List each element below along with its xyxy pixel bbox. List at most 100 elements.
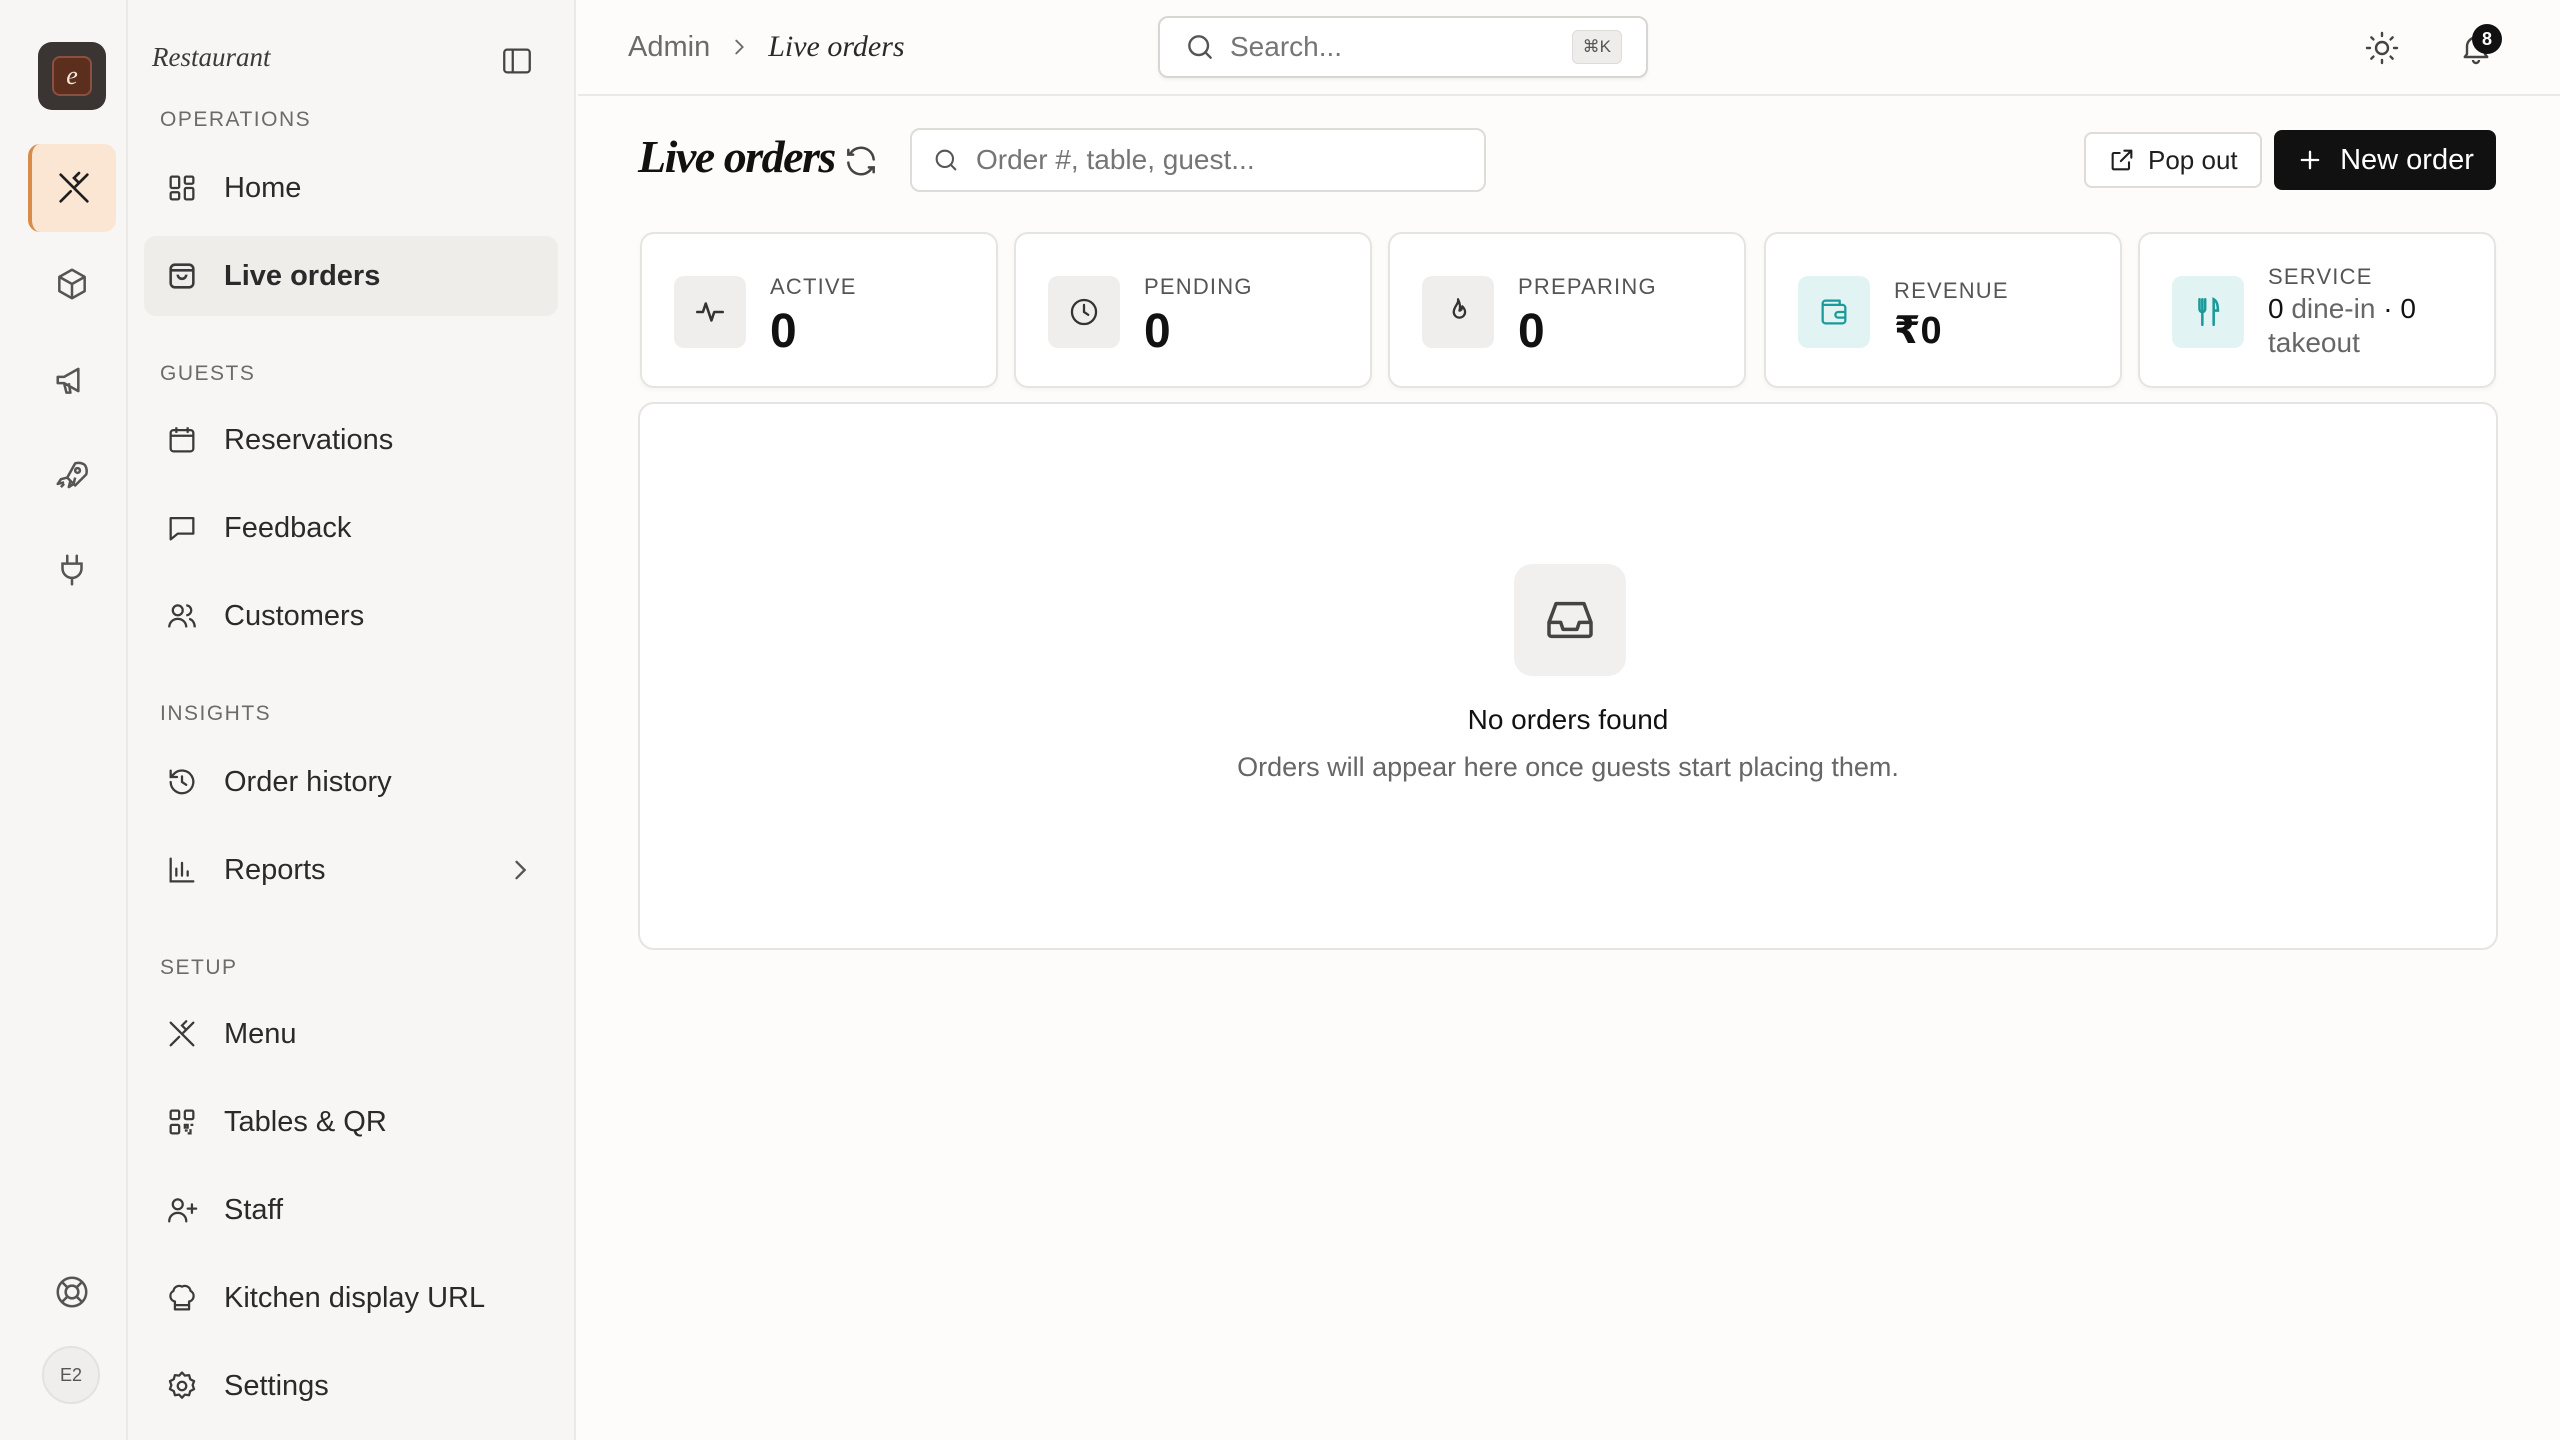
user-plus-icon	[164, 1192, 200, 1228]
sidebar-item-menu[interactable]: Menu	[144, 994, 558, 1074]
global-search[interactable]: ⌘K	[1158, 16, 1648, 78]
avatar[interactable]: E2	[42, 1346, 100, 1404]
gear-icon	[164, 1368, 200, 1404]
sidebar-item-staff[interactable]: Staff	[144, 1170, 558, 1250]
new-order-button[interactable]: New order	[2274, 130, 2496, 190]
breadcrumb-current: Live orders	[768, 30, 905, 63]
sidebar-item-settings[interactable]: Settings	[144, 1346, 558, 1426]
stat-card-service: SERVICE 0 dine-in · 0 takeout	[2138, 232, 2496, 388]
calendar-icon	[164, 422, 200, 458]
sidebar-item-label: Reservations	[224, 423, 394, 456]
notification-badge: 8	[2472, 24, 2502, 54]
stat-card-active: ACTIVE 0	[640, 232, 998, 388]
search-icon	[1184, 31, 1216, 63]
search-icon	[932, 146, 960, 174]
logo-letter: e	[52, 56, 92, 96]
sidebar-item-label: Staff	[224, 1193, 284, 1226]
activity-icon	[674, 276, 746, 348]
box-icon[interactable]	[28, 240, 116, 328]
inbox-icon	[1514, 564, 1626, 676]
shortcut-badge: ⌘K	[1571, 30, 1622, 64]
megaphone-icon[interactable]	[28, 336, 116, 424]
utensils-icon[interactable]	[28, 144, 116, 232]
sidebar-item-feedback[interactable]: Feedback	[144, 488, 558, 568]
sidebar-item-home[interactable]: Home	[144, 148, 558, 228]
breadcrumb-root[interactable]: Admin	[628, 31, 710, 64]
sidebar-item-label: Tables & QR	[224, 1105, 387, 1138]
sidebar-toggle-icon[interactable]	[500, 44, 534, 78]
new-order-label: New order	[2340, 143, 2474, 176]
sidebar-item-customers[interactable]: Customers	[144, 576, 558, 656]
life-buoy-icon[interactable]	[28, 1248, 116, 1336]
sidebar-item-label: Customers	[224, 599, 365, 632]
sidebar-item-label: Kitchen display URL	[224, 1281, 486, 1314]
pop-out-label: Pop out	[2148, 144, 2238, 175]
search-input[interactable]	[1230, 31, 1550, 63]
chef-hat-icon	[164, 1280, 200, 1316]
qr-code-icon	[164, 1104, 200, 1140]
stat-value: ₹0	[1894, 310, 1942, 352]
sun-icon[interactable]	[2364, 30, 2400, 66]
shopping-bag-icon	[164, 258, 200, 294]
takeout-count: 0	[2400, 293, 2416, 324]
sidebar-item-label: Feedback	[224, 511, 352, 544]
external-link-icon	[2108, 146, 2148, 174]
stat-card-pending: PENDING 0	[1014, 232, 1372, 388]
stat-label: SERVICE	[2268, 264, 2373, 289]
message-square-icon	[164, 510, 200, 546]
sidebar-item-reports[interactable]: Reports	[144, 830, 558, 910]
empty-state-title: No orders found	[1467, 704, 1669, 735]
order-search-input[interactable]	[976, 144, 1476, 176]
sidebar-title: Restaurant	[152, 42, 271, 72]
stat-card-revenue: REVENUE ₹0	[1764, 232, 2122, 388]
section-guests: GUESTS	[160, 362, 256, 385]
sidebar-item-tables-qr[interactable]: Tables & QR	[144, 1082, 558, 1162]
app-logo[interactable]: e	[38, 42, 106, 110]
stat-label: PENDING	[1144, 274, 1253, 299]
stat-card-preparing: PREPARING 0	[1388, 232, 1746, 388]
section-insights: INSIGHTS	[160, 702, 272, 725]
bar-chart-icon	[164, 852, 200, 888]
breadcrumb: Admin Live orders	[628, 30, 905, 64]
stat-label: ACTIVE	[770, 274, 857, 299]
stat-value: 0	[1144, 305, 1171, 358]
sidebar-item-label: Home	[224, 171, 302, 204]
order-search[interactable]	[910, 128, 1486, 192]
flame-icon	[1422, 276, 1494, 348]
separator-dot: ·	[2383, 293, 2393, 324]
sidebar-item-kitchen-display[interactable]: Kitchen display URL	[144, 1258, 558, 1338]
rocket-icon[interactable]	[28, 432, 116, 520]
grid-icon	[164, 170, 200, 206]
stat-label: REVENUE	[1894, 278, 2009, 303]
dine-in-count: 0	[2268, 293, 2284, 324]
users-icon	[164, 598, 200, 634]
orders-panel: No orders found Orders will appear here …	[638, 402, 2498, 950]
sidebar-item-label: Order history	[224, 765, 392, 798]
top-bar: Admin Live orders ⌘K 8	[578, 0, 2560, 96]
clock-icon	[1048, 276, 1120, 348]
pop-out-button[interactable]: Pop out	[2084, 132, 2262, 188]
plug-icon[interactable]	[28, 526, 116, 614]
wallet-icon	[1798, 276, 1870, 348]
sidebar-item-live-orders[interactable]: Live orders	[144, 236, 558, 316]
utensils-icon	[164, 1016, 200, 1052]
plus-icon	[2296, 146, 2340, 174]
sidebar-item-label: Settings	[224, 1369, 329, 1402]
sidebar-item-reservations[interactable]: Reservations	[144, 400, 558, 480]
icon-rail: e E2	[0, 0, 128, 1440]
section-operations: OPERATIONS	[160, 108, 312, 131]
stat-label: PREPARING	[1518, 274, 1657, 299]
utensils-icon	[2172, 276, 2244, 348]
sidebar-item-label: Menu	[224, 1017, 297, 1050]
stat-value: 0	[1518, 305, 1545, 358]
sidebar-item-order-history[interactable]: Order history	[144, 742, 558, 822]
service-breakdown: 0 dine-in · 0 takeout	[2268, 292, 2478, 360]
history-icon	[164, 764, 200, 800]
sidebar-item-label: Live orders	[224, 259, 381, 292]
refresh-icon[interactable]	[842, 142, 880, 180]
chevron-right-icon	[728, 36, 750, 58]
dine-in-label: dine-in	[2291, 293, 2376, 324]
bell-icon[interactable]: 8	[2458, 24, 2502, 66]
takeout-label: takeout	[2268, 327, 2360, 358]
sidebar-item-label: Reports	[224, 853, 326, 886]
